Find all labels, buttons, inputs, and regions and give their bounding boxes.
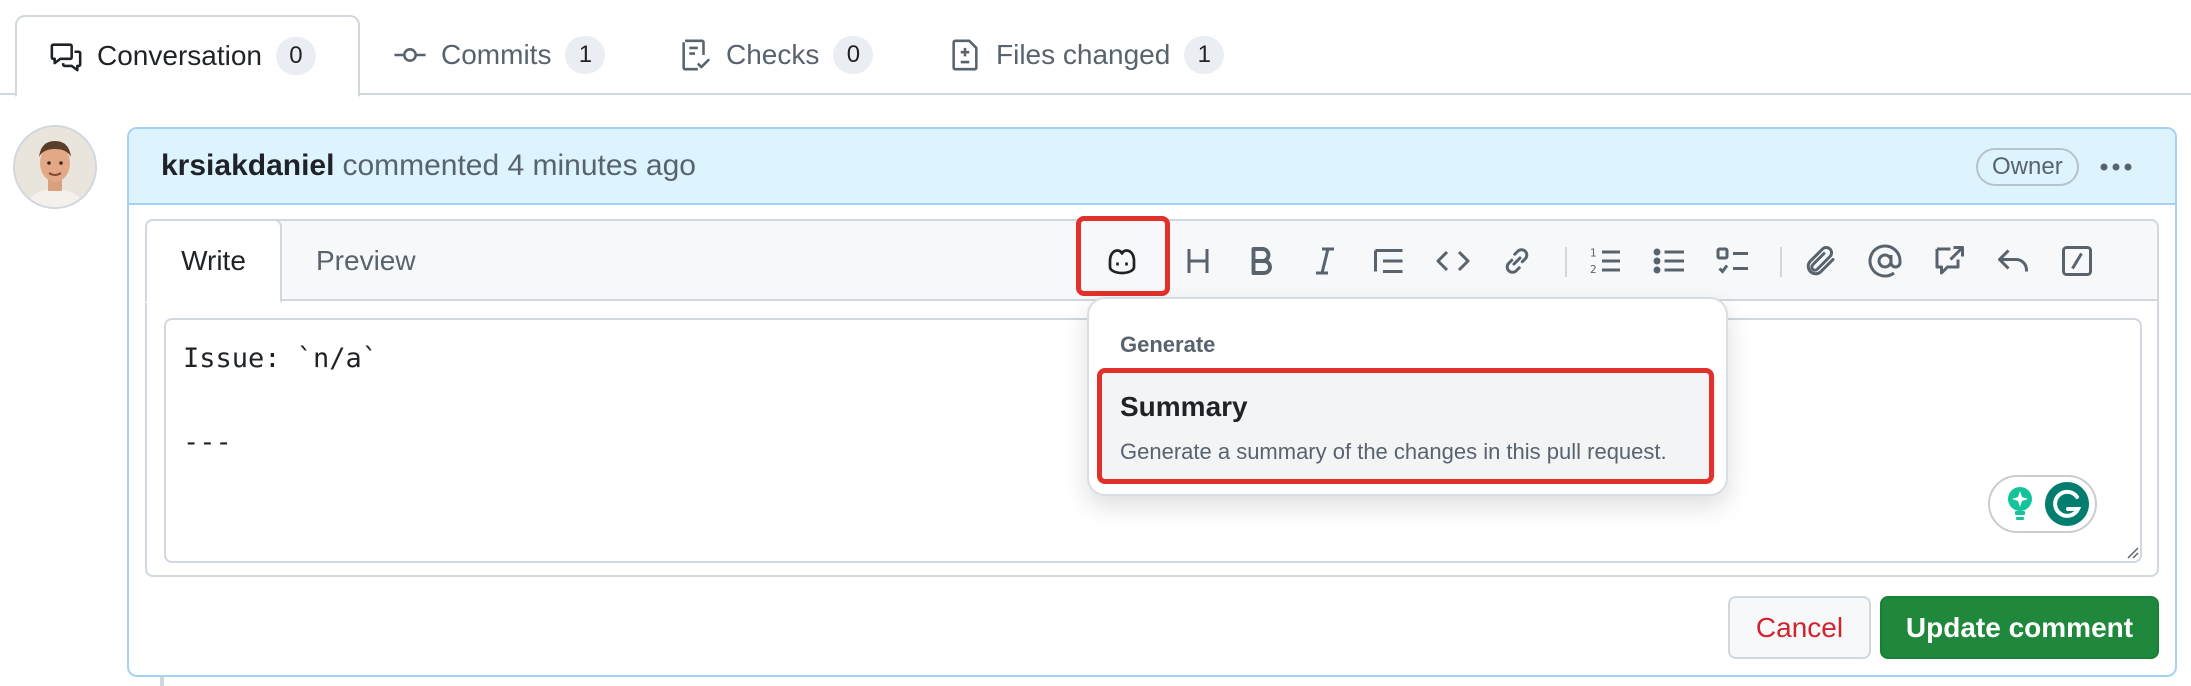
tab-write[interactable]: Write: [145, 219, 282, 303]
ordered-list-icon[interactable]: 12: [1587, 243, 1623, 279]
attach-icon[interactable]: [1803, 243, 1839, 279]
editor-toolbar: Write Preview 12: [145, 216, 2157, 303]
comment-author[interactable]: krsiakdaniel: [161, 149, 334, 183]
unordered-list-icon[interactable]: [1651, 243, 1687, 279]
bold-icon[interactable]: [1243, 243, 1279, 279]
reply-icon[interactable]: [1995, 243, 2031, 279]
owner-badge: Owner: [1976, 148, 2079, 186]
comment-timestamp[interactable]: commented 4 minutes ago: [342, 149, 696, 183]
pr-tabs: Conversation 0 Commits 1 Checks 0 Files …: [0, 0, 2191, 97]
summary-title: Summary: [1120, 391, 1248, 422]
task-list-icon[interactable]: [1715, 243, 1751, 279]
kebab-menu-icon[interactable]: [2094, 151, 2138, 183]
grammarly-icon: [2045, 482, 2089, 526]
checklist-icon: [682, 39, 711, 71]
toolbar-divider: [1565, 247, 1567, 277]
link-icon[interactable]: [1499, 243, 1535, 279]
tab-preview[interactable]: Preview: [316, 221, 416, 301]
tab-counter: 0: [275, 37, 316, 75]
toolbar-divider: [1780, 247, 1782, 277]
tab-commits[interactable]: Commits 1: [393, 15, 606, 95]
file-diff-icon: [952, 39, 978, 71]
tab-checks[interactable]: Checks 0: [678, 15, 874, 95]
tab-conversation[interactable]: Conversation 0: [15, 15, 360, 97]
tab-label: Commits: [441, 39, 552, 70]
grammarly-widget[interactable]: [1988, 475, 2097, 533]
generate-dropdown: Generate Summary Generate a summary of t…: [1087, 297, 1728, 496]
cancel-button[interactable]: Cancel: [1728, 596, 1871, 659]
reference-icon[interactable]: [1931, 243, 1967, 279]
tab-counter: 0: [833, 36, 874, 74]
tab-files-changed[interactable]: Files changed 1: [948, 15, 1225, 95]
mention-icon[interactable]: [1867, 243, 1903, 279]
update-comment-button[interactable]: Update comment: [1880, 596, 2159, 659]
svg-text:1: 1: [1590, 248, 1597, 260]
tab-label: Files changed: [996, 39, 1171, 70]
dropdown-heading: Generate: [1120, 332, 1216, 357]
tab-label: Conversation: [97, 40, 262, 71]
heading-icon[interactable]: [1180, 243, 1216, 279]
summary-description: Generate a summary of the changes in thi…: [1120, 439, 1667, 464]
comment-header: krsiakdaniel commented 4 minutes ago Own…: [129, 129, 2175, 205]
svg-text:2: 2: [1590, 264, 1597, 276]
slash-command-icon[interactable]: [2059, 243, 2095, 279]
summary-menu-item[interactable]: Summary Generate a summary of the change…: [1099, 371, 1716, 483]
timeline-line: [160, 677, 164, 686]
tab-label: Checks: [726, 39, 820, 70]
git-commit-icon: [394, 48, 426, 62]
avatar[interactable]: [13, 125, 97, 209]
code-icon[interactable]: [1435, 243, 1471, 279]
tab-counter: 1: [565, 36, 606, 74]
copilot-icon[interactable]: [1104, 243, 1140, 279]
resize-grip-icon[interactable]: [2123, 543, 2139, 559]
tab-counter: 1: [1184, 36, 1225, 74]
italic-icon[interactable]: [1307, 243, 1343, 279]
quote-icon[interactable]: [1371, 243, 1407, 279]
lightbulb-icon: [2008, 487, 2032, 520]
comment-discussion-icon: [50, 43, 82, 72]
